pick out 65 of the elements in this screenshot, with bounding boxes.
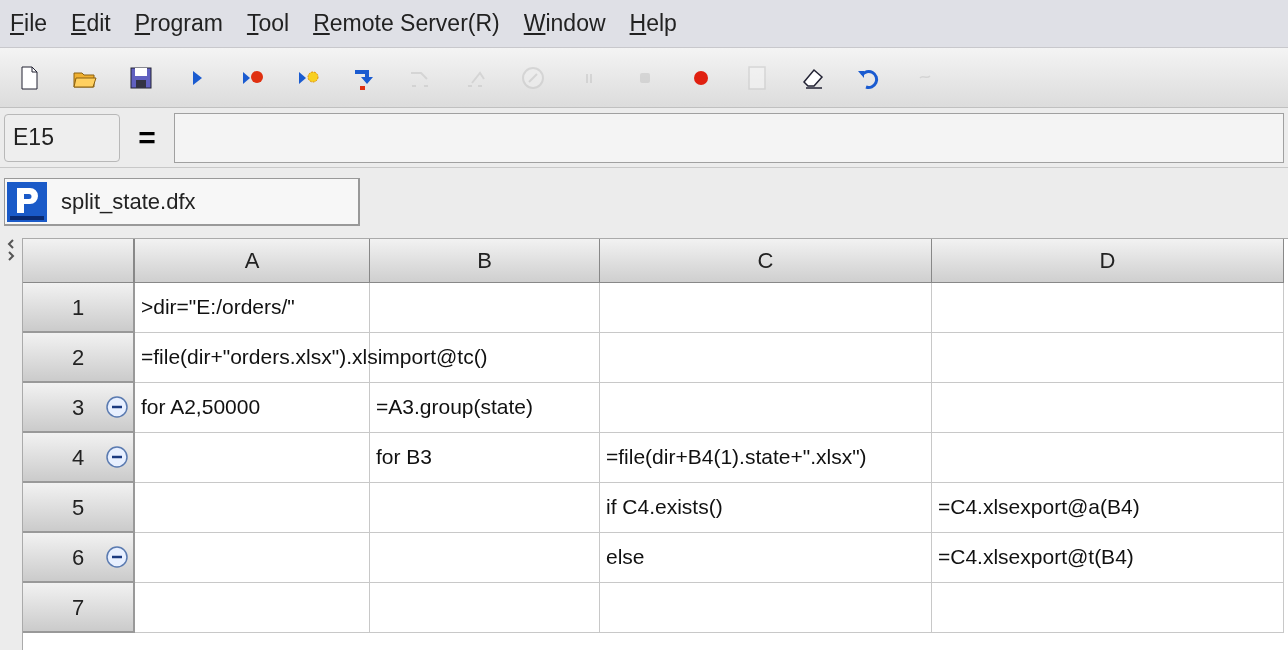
row-header[interactable]: 4 xyxy=(23,433,135,483)
table-cell[interactable] xyxy=(370,433,600,483)
column-header[interactable]: B xyxy=(370,239,600,283)
row-header[interactable]: 6 xyxy=(23,533,135,583)
equals-sign: = xyxy=(137,120,157,156)
menu-item[interactable]: Help xyxy=(629,6,677,41)
table-cell[interactable] xyxy=(370,483,600,533)
menu-item[interactable]: Window xyxy=(523,6,606,41)
table-cell[interactable] xyxy=(135,483,370,533)
save-icon[interactable] xyxy=(128,64,154,91)
row-header[interactable]: 3 xyxy=(23,383,135,433)
expand-right-icon[interactable] xyxy=(6,250,16,262)
table-cell[interactable] xyxy=(135,583,370,633)
table-cell[interactable] xyxy=(370,583,600,633)
cell-text: for A2,50000 xyxy=(141,395,261,419)
collapse-icon[interactable] xyxy=(105,445,129,469)
cell-text: =file(dir+"orders.xlsx").xlsimport@tc() xyxy=(141,345,488,369)
table-cell[interactable] xyxy=(370,283,600,333)
cell-text: >dir="E:/orders/" xyxy=(141,295,295,319)
table-cell[interactable] xyxy=(370,383,600,433)
column-header[interactable]: C xyxy=(600,239,932,283)
cell-text: =C4.xlsexport@a(B4) xyxy=(938,495,1140,519)
cell-name-field[interactable]: E15 xyxy=(4,113,120,162)
table-cell[interactable] xyxy=(932,333,1284,383)
table-cell[interactable] xyxy=(932,283,1284,333)
menu-item[interactable]: Tool xyxy=(246,6,290,41)
cell-text: =file(dir+B4(1).state+".xlsx") xyxy=(606,445,867,469)
table-cell[interactable] xyxy=(932,383,1284,433)
cell-text: =C4.xlsexport@t(B4) xyxy=(938,545,1134,569)
column-header[interactable]: D xyxy=(932,239,1284,283)
table-cell[interactable] xyxy=(135,283,370,333)
cell-text: if C4.exists() xyxy=(606,495,723,519)
menu-item[interactable]: Remote Server(R) xyxy=(313,6,500,41)
menu-item[interactable]: File xyxy=(10,6,48,41)
cell-text: =A3.group(state) xyxy=(376,395,533,419)
table-cell[interactable] xyxy=(370,533,600,583)
table-cell[interactable] xyxy=(135,533,370,583)
collapse-icon[interactable] xyxy=(105,395,129,419)
table-cell[interactable] xyxy=(600,433,932,483)
file-tab[interactable]: split_state.dfx xyxy=(4,178,360,226)
collapse-icon[interactable] xyxy=(105,545,129,569)
table-cell[interactable] xyxy=(932,583,1284,633)
row-header[interactable]: 5 xyxy=(23,483,135,533)
table-cell[interactable] xyxy=(600,283,932,333)
row-header[interactable]: 2 xyxy=(23,333,135,383)
table-cell[interactable] xyxy=(135,383,370,433)
row-header[interactable]: 1 xyxy=(23,283,135,333)
table-cell[interactable] xyxy=(932,433,1284,483)
table-cell[interactable] xyxy=(135,433,370,483)
table-cell[interactable] xyxy=(600,383,932,433)
table-cell[interactable] xyxy=(600,333,932,383)
menu-item[interactable]: Edit xyxy=(71,6,111,41)
table-cell[interactable] xyxy=(932,483,1284,533)
cell-text: else xyxy=(606,545,645,569)
menu-item[interactable]: Program xyxy=(134,6,223,41)
cell-text: for B3 xyxy=(376,445,433,469)
row-header[interactable]: 7 xyxy=(23,583,135,633)
app-logo-icon xyxy=(7,181,47,222)
table-cell[interactable] xyxy=(932,533,1284,583)
table-cell[interactable] xyxy=(600,483,932,533)
collapse-left-icon[interactable] xyxy=(6,238,16,250)
formula-field[interactable] xyxy=(174,112,1284,163)
column-header[interactable]: A xyxy=(135,239,370,283)
table-cell[interactable] xyxy=(600,533,932,583)
table-cell[interactable] xyxy=(600,583,932,633)
